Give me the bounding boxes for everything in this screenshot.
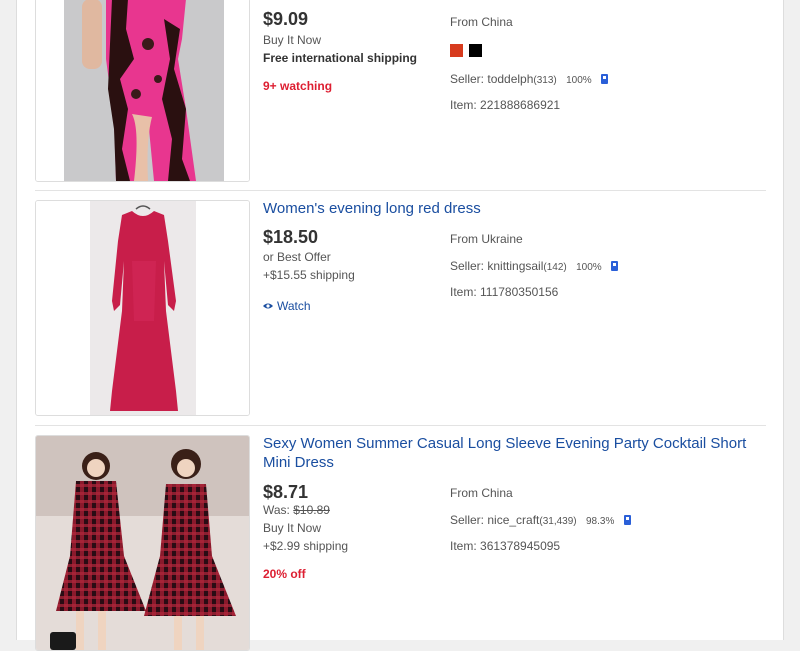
item-label: Item: [450,285,477,299]
seller-percent: 100% [576,262,602,273]
seller-feedback[interactable]: (31,439) [539,516,576,527]
top-rated-seller-icon [601,74,609,84]
item-label: Item: [450,539,477,553]
buy-format-label: Buy It Now [263,33,322,47]
item-location: From Ukraine [450,232,523,246]
item-location: From China [450,486,513,500]
item-price: $9.09 [263,9,309,29]
item-number-value: 221888686921 [480,98,561,112]
seller-feedback[interactable]: (313) [533,75,556,86]
top-rated-seller-icon [611,261,619,271]
top-rated-seller-icon [623,515,631,525]
seller-name[interactable]: nice_craft [487,513,539,527]
discount-label: 20% off [263,567,306,581]
red-long-dress-photo-icon [36,201,249,415]
seller-prefix: Seller: [450,513,485,527]
shipping-label: Free international shipping [263,51,418,65]
watch-label: Watch [277,299,311,313]
seller-info: Seller: knittingsail(142) 100% [450,259,619,273]
search-results-panel: $9.09 Buy It Now Free international ship… [16,0,784,651]
item-number-value: 361378945095 [480,539,561,553]
listing-title-link[interactable]: Women's evening long red dress [263,199,763,218]
was-label: Was: [263,503,290,517]
shipping-label: +$2.99 shipping [263,539,349,553]
seller-percent: 98.3% [585,516,615,527]
watching-count: 9+ watching [263,79,333,93]
item-number: Item: 361378945095 [450,539,560,553]
item-number: Item: 221888686921 [450,98,560,112]
buy-format-label: or Best Offer [263,250,331,264]
shipping-label: +$15.55 shipping [263,268,355,282]
color-swatch-orange[interactable] [450,44,463,57]
listing-thumbnail-2[interactable] [35,200,250,416]
seller-info: Seller: nice_craft(31,439) 98.3% [450,513,631,527]
plaid-mini-dress-photo-icon [36,436,249,650]
listing-thumbnail-1[interactable] [35,0,250,182]
buy-format-label: Buy It Now [263,521,322,535]
seller-name[interactable]: knittingsail [487,259,543,273]
watch-button[interactable]: Watch [263,299,311,313]
color-swatch-black[interactable] [469,44,482,57]
pink-lace-dress-photo-icon [36,0,249,181]
listing-item-1: $9.09 Buy It Now Free international ship… [35,0,766,191]
listing-title-link[interactable]: Sexy Women Summer Casual Long Sleeve Eve… [263,434,763,472]
item-location: From China [450,15,513,29]
item-price: $8.71 [263,482,309,502]
item-price: $18.50 [263,227,319,247]
seller-percent: 100% [566,75,592,86]
seller-info: Seller: toddelph(313) 100% [450,72,609,86]
seller-feedback[interactable]: (142) [543,262,566,273]
item-number: Item: 111780350156 [450,285,558,299]
seller-prefix: Seller: [450,72,485,86]
was-price-line: Was: $10.89 [263,503,330,517]
item-number-value: 111780350156 [480,285,559,299]
item-label: Item: [450,98,477,112]
was-price: $10.89 [293,503,330,517]
listing-item-2: Women's evening long red dress $18.50 or… [35,191,766,426]
seller-name[interactable]: toddelph [487,72,533,86]
listing-thumbnail-3[interactable] [35,435,250,651]
eye-icon [263,303,273,309]
seller-prefix: Seller: [450,259,485,273]
listing-item-3: Sexy Women Summer Casual Long Sleeve Eve… [35,426,766,651]
